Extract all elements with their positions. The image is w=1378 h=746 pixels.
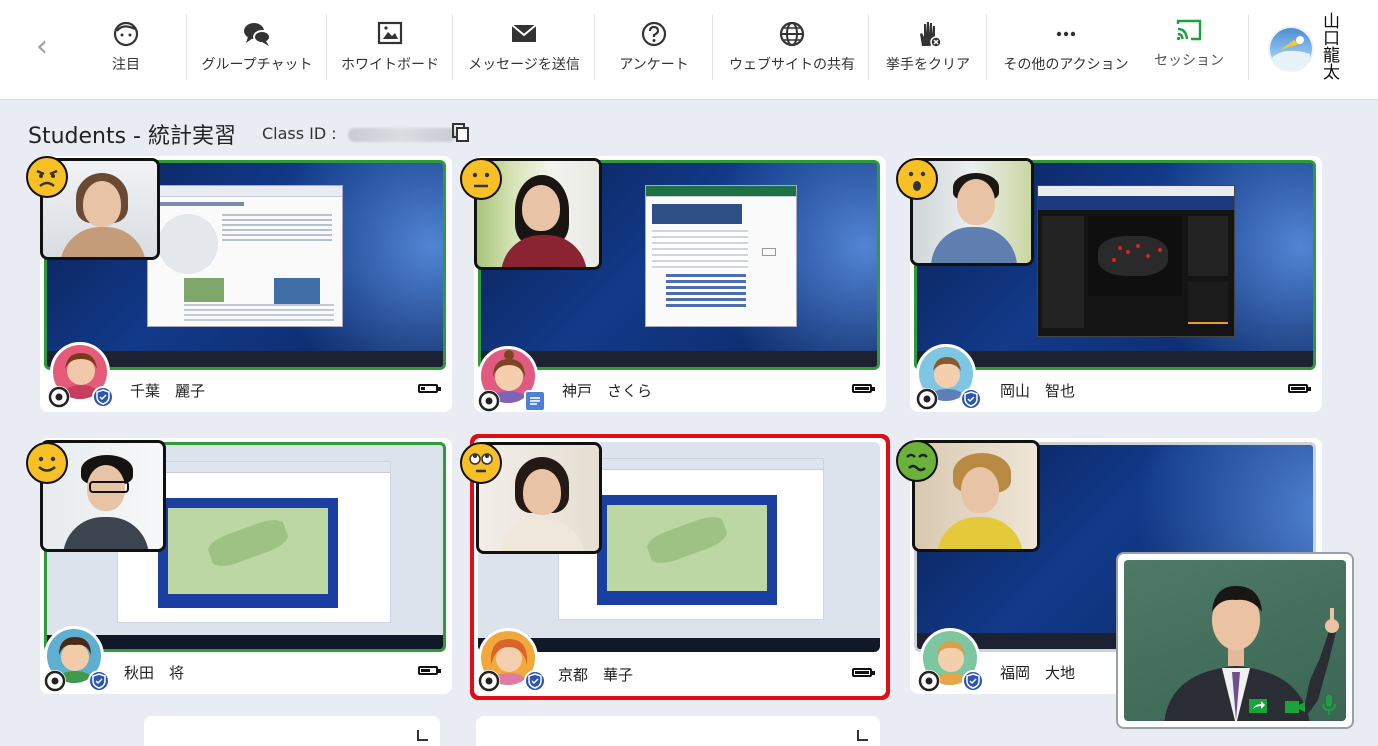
toolbar-divider xyxy=(986,14,987,80)
chat-bubbles-icon xyxy=(244,23,271,46)
clear-hands-label: 挙手をクリア xyxy=(886,57,970,73)
whiteboard-label: ホワイトボード xyxy=(341,57,439,73)
toolbar-divider xyxy=(186,14,187,80)
teacher-camera xyxy=(1124,560,1346,721)
camera-icon[interactable] xyxy=(1284,700,1306,714)
taskbar xyxy=(478,638,880,652)
share-website-label: ウェブサイトの共有 xyxy=(729,57,855,73)
group-chat-button[interactable]: グループチャット xyxy=(194,10,320,90)
survey-button[interactable]: アンケート xyxy=(604,10,704,90)
battery-icon xyxy=(852,384,875,393)
user-name: 山口龍太 xyxy=(1319,12,1339,80)
toolbar-divider xyxy=(868,14,869,80)
toolbar-divider xyxy=(594,14,595,80)
user-avatar[interactable] xyxy=(1268,26,1314,72)
shield-icon xyxy=(524,670,546,692)
shield-icon xyxy=(962,670,984,692)
spreadsheet-window xyxy=(645,185,797,327)
student-card[interactable]: 千葉 麗子 xyxy=(26,156,452,412)
browser-window xyxy=(147,185,343,327)
globe-icon xyxy=(779,21,805,47)
student-card-alert[interactable]: 京都 華子 xyxy=(460,434,890,700)
face-icon xyxy=(113,21,139,47)
surprised-emoji-icon xyxy=(896,158,938,200)
neutral-emoji-icon xyxy=(460,158,502,200)
microphone-icon[interactable] xyxy=(1322,694,1336,716)
chrome-icon xyxy=(918,670,940,692)
chrome-icon xyxy=(48,386,70,408)
share-screen-icon[interactable] xyxy=(1248,698,1268,714)
class-title: Students - 統計実習 xyxy=(28,124,236,149)
shield-icon xyxy=(960,388,982,410)
envelope-icon xyxy=(511,24,537,42)
angry-emoji-icon xyxy=(26,156,68,198)
corner-icon xyxy=(417,730,428,741)
sick-emoji-icon xyxy=(896,440,938,482)
toolbar-divider xyxy=(712,14,713,80)
student-name: 京都 華子 xyxy=(558,666,634,684)
corner-icon xyxy=(857,730,868,741)
battery-icon xyxy=(852,668,875,677)
more-dots-icon xyxy=(1056,31,1076,37)
whiteboard-button[interactable]: ホワイトボード xyxy=(334,10,446,90)
clear-hands-button[interactable]: 挙手をクリア xyxy=(878,10,978,90)
session-label: セッション xyxy=(1154,53,1224,69)
toolbar-divider xyxy=(1248,14,1249,80)
teacher-video[interactable] xyxy=(1116,552,1354,729)
taskbar xyxy=(481,351,877,367)
whiteboard-icon xyxy=(377,21,403,45)
taskbar xyxy=(47,635,443,649)
student-card[interactable]: 岡山 智也 xyxy=(896,156,1322,412)
group-chat-label: グループチャット xyxy=(201,57,313,73)
send-message-label: メッセージを送信 xyxy=(468,57,580,73)
back-button[interactable]: ‹ xyxy=(28,32,56,62)
question-icon xyxy=(641,21,667,47)
survey-label: アンケート xyxy=(619,57,689,73)
battery-icon xyxy=(418,666,441,675)
glasses xyxy=(89,481,129,493)
user-avatar-image xyxy=(1272,36,1310,70)
student-name: 神戸 さくら xyxy=(562,382,653,400)
smile-emoji-icon xyxy=(26,442,68,484)
chrome-icon xyxy=(44,670,66,692)
docs-icon xyxy=(524,390,546,412)
student-name: 岡山 智也 xyxy=(1000,382,1076,400)
raised-hand-clear-icon xyxy=(920,22,942,48)
battery-icon xyxy=(1288,384,1311,393)
student-card[interactable]: 秋田 将 xyxy=(26,438,452,694)
more-actions-label: その他のアクション xyxy=(1003,57,1129,73)
student-name: 秋田 将 xyxy=(124,664,185,682)
eye-roll-emoji-icon xyxy=(460,442,502,484)
attention-button[interactable]: 注目 xyxy=(96,10,156,90)
shield-icon xyxy=(88,670,110,692)
class-id-label: Class ID : xyxy=(262,124,342,143)
taskbar xyxy=(917,351,1313,367)
teacher-figure xyxy=(1164,586,1339,721)
share-website-button[interactable]: ウェブサイトの共有 xyxy=(722,10,862,90)
student-card-partial[interactable] xyxy=(144,716,440,746)
student-name: 千葉 麗子 xyxy=(130,382,206,400)
cast-icon xyxy=(1176,19,1202,41)
chrome-icon xyxy=(478,670,500,692)
student-card-partial[interactable] xyxy=(476,716,880,746)
session-button[interactable]: セッション xyxy=(1146,6,1232,86)
battery-icon xyxy=(418,384,441,393)
send-message-button[interactable]: メッセージを送信 xyxy=(460,10,588,90)
toolbar-divider xyxy=(326,14,327,80)
dashboard-window xyxy=(1037,185,1235,337)
top-toolbar: ‹ 注目 グループチャット ホワイトボード メッセージを送信 アンケート ウェブ… xyxy=(0,0,1378,100)
student-card[interactable]: 神戸 さくら xyxy=(460,156,886,412)
toolbar-divider xyxy=(452,14,453,80)
class-id-value xyxy=(347,127,456,142)
shield-icon xyxy=(92,386,114,408)
attention-label: 注目 xyxy=(112,57,140,73)
student-name: 福岡 大地 xyxy=(1000,664,1076,682)
chrome-icon xyxy=(916,388,938,410)
more-actions-button[interactable]: その他のアクション xyxy=(996,10,1136,90)
copy-icon[interactable] xyxy=(452,123,470,143)
chrome-icon xyxy=(478,390,500,412)
class-id: Class ID : xyxy=(262,124,456,143)
